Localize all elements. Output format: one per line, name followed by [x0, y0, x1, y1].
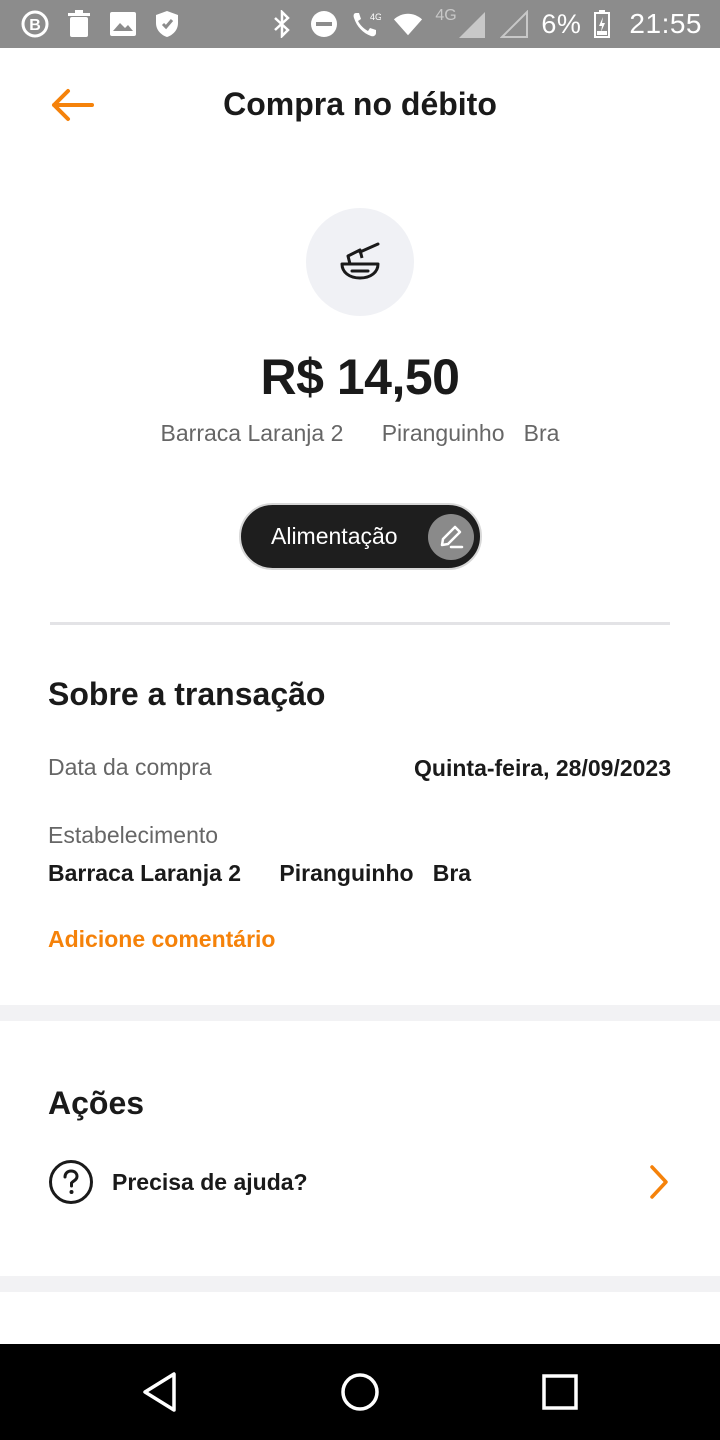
- status-bar-left: B: [20, 8, 182, 40]
- battery-icon: [593, 9, 611, 39]
- category-chip[interactable]: Alimentação: [239, 503, 482, 570]
- status-bar-right: 4G 4G 6% 21:55: [267, 7, 702, 40]
- battery-percent: 6%: [541, 8, 582, 39]
- transaction-amount: R$ 14,50: [260, 349, 460, 405]
- purchase-date-label: Data da compra: [48, 754, 212, 780]
- section-separator: [0, 1005, 720, 1021]
- shield-icon: [152, 9, 182, 39]
- nav-recents-button[interactable]: [536, 1368, 584, 1416]
- b-notification-icon: B: [20, 9, 50, 39]
- home-circle-icon: [341, 1373, 379, 1411]
- bowl-icon: [340, 242, 380, 280]
- establishment-label: Estabelecimento: [48, 822, 219, 848]
- section-divider: [50, 622, 670, 625]
- nav-home-button[interactable]: [336, 1368, 384, 1416]
- bluetooth-icon: [267, 9, 297, 39]
- about-section-title: Sobre a transação: [48, 676, 326, 712]
- merchant-name: Barraca Laranja 2 Piranguinho Bra: [160, 420, 560, 446]
- question-circle-icon: [49, 1160, 93, 1204]
- page-title: Compra no débito: [223, 86, 497, 122]
- nav-back-button[interactable]: [136, 1368, 184, 1416]
- add-comment-link[interactable]: Adicione comentário: [48, 926, 275, 953]
- image-icon: [108, 9, 138, 39]
- clock: 21:55: [629, 8, 702, 39]
- trash-icon: [64, 9, 94, 39]
- chevron-right-icon: [650, 1165, 668, 1199]
- back-triangle-icon: [143, 1372, 176, 1412]
- category-icon-circle: [306, 208, 414, 316]
- wifi-call-icon: 4G: [351, 9, 381, 39]
- actions-section-title: Ações: [48, 1085, 145, 1121]
- svg-text:4G: 4G: [370, 12, 381, 22]
- edit-category-button[interactable]: [428, 514, 474, 560]
- purchase-date-value: Quinta-feira, 28/09/2023: [414, 755, 671, 781]
- wifi-icon: [393, 9, 423, 39]
- recents-square-icon: [542, 1374, 578, 1410]
- section-separator-bottom: [0, 1276, 720, 1292]
- help-row[interactable]: Precisa de ajuda?: [48, 1156, 678, 1208]
- network-type-label: 4G: [435, 7, 487, 39]
- pencil-icon: [440, 525, 464, 549]
- signal-icon: [499, 9, 529, 39]
- dnd-icon: [309, 9, 339, 39]
- establishment-value: Barraca Laranja 2 Piranguinho Bra: [48, 860, 472, 886]
- category-label: Alimentação: [271, 523, 398, 549]
- svg-text:B: B: [29, 17, 41, 34]
- help-label: Precisa de ajuda?: [112, 1168, 308, 1195]
- status-bar: B 4G 4G 6% 21:55: [0, 0, 720, 48]
- signal-icon: [459, 12, 486, 38]
- navigation-bar: [0, 1344, 720, 1440]
